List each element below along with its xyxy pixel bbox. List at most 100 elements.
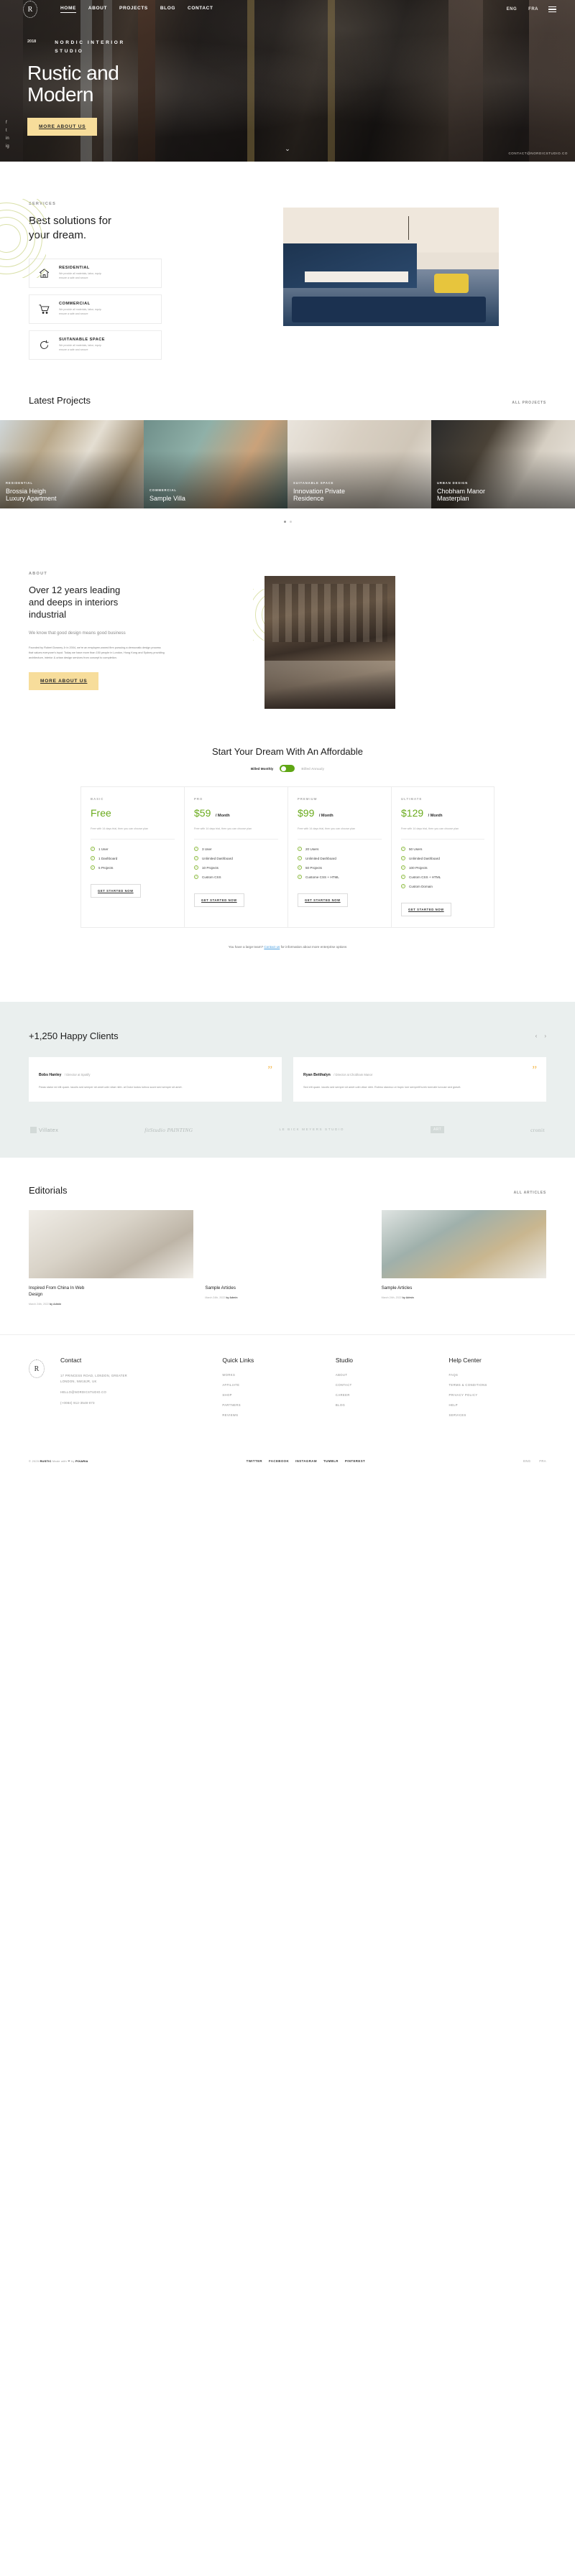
instagram-icon[interactable]: ig bbox=[6, 144, 9, 149]
plan-feature: ✓ 3 User bbox=[194, 847, 278, 852]
lang-eng[interactable]: ENG bbox=[507, 7, 518, 11]
projects-header: Latest Projects ALL PROJECTS bbox=[0, 395, 575, 406]
about-heading-line3: industrial bbox=[29, 609, 67, 620]
project-card[interactable]: URBAN DESIGN Chobham Manor Masterplan bbox=[431, 420, 575, 508]
article-card[interactable]: Sample Articles March 24th, 2022 by Admi… bbox=[205, 1210, 369, 1306]
footer-link-services[interactable]: SERVICES bbox=[448, 1413, 546, 1417]
service-desc-line1: We provide all materials, labor, equip bbox=[59, 344, 101, 348]
footer-email[interactable]: HELLO@NORDICSTUDIO.CO bbox=[60, 1390, 206, 1395]
social-link-tumblr[interactable]: TUMBLR bbox=[323, 1459, 339, 1463]
testimonial-carousel-controls: ‹ › bbox=[535, 1033, 546, 1039]
hero-title: Rustic and Modern bbox=[27, 62, 575, 107]
plan-feature: ✓ 1 Dashboard bbox=[91, 856, 175, 861]
hero-more-about-us-button[interactable]: MORE ABOUT US bbox=[27, 118, 98, 136]
clients-heading: +1,250 Happy Clients bbox=[29, 1031, 119, 1042]
project-card[interactable]: RESIDENTIAL Brossia Heigh Luxury Apartme… bbox=[0, 420, 144, 508]
carousel-dot[interactable] bbox=[283, 521, 286, 523]
footer-link-reviews[interactable]: REVIEWS bbox=[222, 1413, 320, 1417]
plan-feature-label: Unlimited Dashboard bbox=[305, 856, 336, 860]
billing-monthly-label[interactable]: Billed Monthly bbox=[251, 767, 273, 771]
footer-link-about[interactable]: ABOUT bbox=[336, 1373, 433, 1377]
chevron-right-icon[interactable]: › bbox=[544, 1033, 546, 1039]
about-heading-line1: Over 12 years leading bbox=[29, 585, 121, 595]
footer-link-terms[interactable]: TERMS & CONDITIONS bbox=[448, 1383, 546, 1387]
quote-icon: ” bbox=[267, 1064, 272, 1077]
copyright-author: PIXARIA bbox=[75, 1459, 88, 1464]
footer-address-line2: LONDON, NW18JR, UK bbox=[60, 1380, 97, 1384]
footer-link-partners[interactable]: PARTNERS bbox=[222, 1403, 320, 1407]
social-link-pinterest[interactable]: PINTEREST bbox=[345, 1459, 365, 1463]
hamburger-menu-icon[interactable] bbox=[548, 6, 556, 13]
plan-feature: ✓ Unlimited Dashboard bbox=[401, 856, 484, 861]
client-logo-villatex: Villatex bbox=[30, 1126, 58, 1133]
footer-link-blog[interactable]: BLOG bbox=[336, 1403, 433, 1407]
nav-item-blog[interactable]: BLOG bbox=[160, 6, 175, 13]
social-link-twitter[interactable]: TWITTER bbox=[247, 1459, 262, 1463]
facebook-icon[interactable]: f bbox=[6, 121, 9, 125]
footer-link-privacy[interactable]: PRIVACY POLICY bbox=[448, 1393, 546, 1397]
footer-link-contact[interactable]: CONTACT bbox=[336, 1383, 433, 1387]
plan-get-started-button[interactable]: GET STARTED NOW bbox=[91, 884, 141, 898]
twitter-icon[interactable]: t bbox=[6, 129, 9, 133]
pricing-section: Start Your Dream With An Affordable Bill… bbox=[0, 740, 575, 977]
footer-link-affiliate[interactable]: AFFILIATE bbox=[222, 1383, 320, 1387]
linkedin-icon[interactable]: in bbox=[6, 136, 9, 141]
footer-lang-eng[interactable]: ENG bbox=[523, 1459, 530, 1463]
project-card[interactable]: SUITANABLE SPACE Innovation Private Resi… bbox=[288, 420, 431, 508]
hero-contact-email[interactable]: CONTACT@NORDICSTUDIO.CO bbox=[508, 152, 568, 155]
about-more-about-us-button[interactable]: MORE ABOUT US bbox=[29, 671, 99, 690]
scroll-down-icon[interactable]: ⌄ bbox=[285, 145, 290, 153]
article-card[interactable]: Inspired From China In Web Design March … bbox=[29, 1210, 194, 1306]
nav-item-home[interactable]: HOME bbox=[60, 6, 76, 13]
plan-tier: BASIC bbox=[91, 797, 104, 801]
service-card-commercial[interactable]: COMMERCIAL We provide all materials, lab… bbox=[29, 294, 162, 324]
service-card-suitanable-space[interactable]: SUITANABLE SPACE We provide all material… bbox=[29, 330, 162, 360]
photo-lamp-detail bbox=[408, 215, 409, 240]
footer-link-help[interactable]: HELP bbox=[448, 1403, 546, 1407]
service-card-residential[interactable]: RESIDENTIAL We provide all materials, la… bbox=[29, 259, 162, 288]
footer-link-shop[interactable]: SHOP bbox=[222, 1393, 320, 1397]
service-desc-line2: ensure a safe and secure bbox=[59, 312, 88, 315]
all-projects-link[interactable]: ALL PROJECTS bbox=[512, 401, 546, 405]
article-card[interactable]: Sample Articles March 24th, 2022 by Admi… bbox=[381, 1210, 546, 1306]
footer-link-faqs[interactable]: FAQS bbox=[448, 1373, 546, 1377]
plan-get-started-button[interactable]: GET STARTED NOW bbox=[298, 893, 348, 908]
about-interior-photo bbox=[264, 576, 395, 709]
projects-grid: RESIDENTIAL Brossia Heigh Luxury Apartme… bbox=[0, 420, 575, 508]
check-icon: ✓ bbox=[298, 847, 302, 852]
contact-us-link[interactable]: Contact us bbox=[264, 945, 280, 949]
social-link-instagram[interactable]: INSTAGRAM bbox=[295, 1459, 317, 1463]
billing-annually-label[interactable]: Billed Annualy bbox=[301, 767, 324, 771]
footer-logo[interactable]: R bbox=[29, 1359, 45, 1379]
project-name-line1: Brossia Heigh bbox=[6, 487, 47, 495]
billing-toggle-row: Billed Monthly Billed Annualy bbox=[0, 765, 575, 772]
about-right-column bbox=[253, 576, 395, 709]
footer-link-career[interactable]: CAREER bbox=[336, 1393, 433, 1397]
carousel-dot[interactable] bbox=[289, 521, 292, 523]
enterprise-note: You have a large team? Contact us for in… bbox=[0, 945, 575, 949]
site-logo[interactable]: R bbox=[23, 1, 37, 18]
chevron-left-icon[interactable]: ‹ bbox=[535, 1033, 538, 1039]
article-thumbnail bbox=[381, 1210, 546, 1279]
footer-lang-fra[interactable]: FRA bbox=[539, 1459, 546, 1463]
article-title: Sample Articles bbox=[382, 1285, 546, 1292]
page-root: R HOME ABOUT PROJECTS BLOG CONTACT ENG F… bbox=[0, 0, 575, 1473]
all-articles-link[interactable]: ALL ARTICLES bbox=[514, 1191, 546, 1195]
plan-feature-label: 1 Dashboard bbox=[98, 856, 118, 860]
footer-link-works[interactable]: WORKS bbox=[222, 1373, 320, 1377]
social-link-facebook[interactable]: FACEBOOK bbox=[269, 1459, 289, 1463]
footer-phone[interactable]: (+0084) 912-3548-073 bbox=[60, 1400, 206, 1406]
article-author: by Admin bbox=[49, 1303, 62, 1306]
lang-fra[interactable]: FRA bbox=[528, 7, 538, 11]
plan-get-started-button[interactable]: GET STARTED NOW bbox=[401, 903, 451, 917]
project-name: Innovation Private Residence bbox=[293, 488, 345, 503]
project-card[interactable]: COMMERCIAL Sample Villa bbox=[144, 420, 288, 508]
hero-title-line1: Rustic and bbox=[27, 61, 119, 84]
nav-item-projects[interactable]: PROJECTS bbox=[119, 6, 148, 13]
nav-item-about[interactable]: ABOUT bbox=[88, 6, 107, 13]
carousel-dots bbox=[0, 521, 575, 523]
check-icon: ✓ bbox=[194, 865, 198, 870]
billing-toggle-switch[interactable] bbox=[280, 765, 295, 772]
plan-get-started-button[interactable]: GET STARTED NOW bbox=[194, 893, 244, 908]
nav-item-contact[interactable]: CONTACT bbox=[188, 6, 213, 13]
